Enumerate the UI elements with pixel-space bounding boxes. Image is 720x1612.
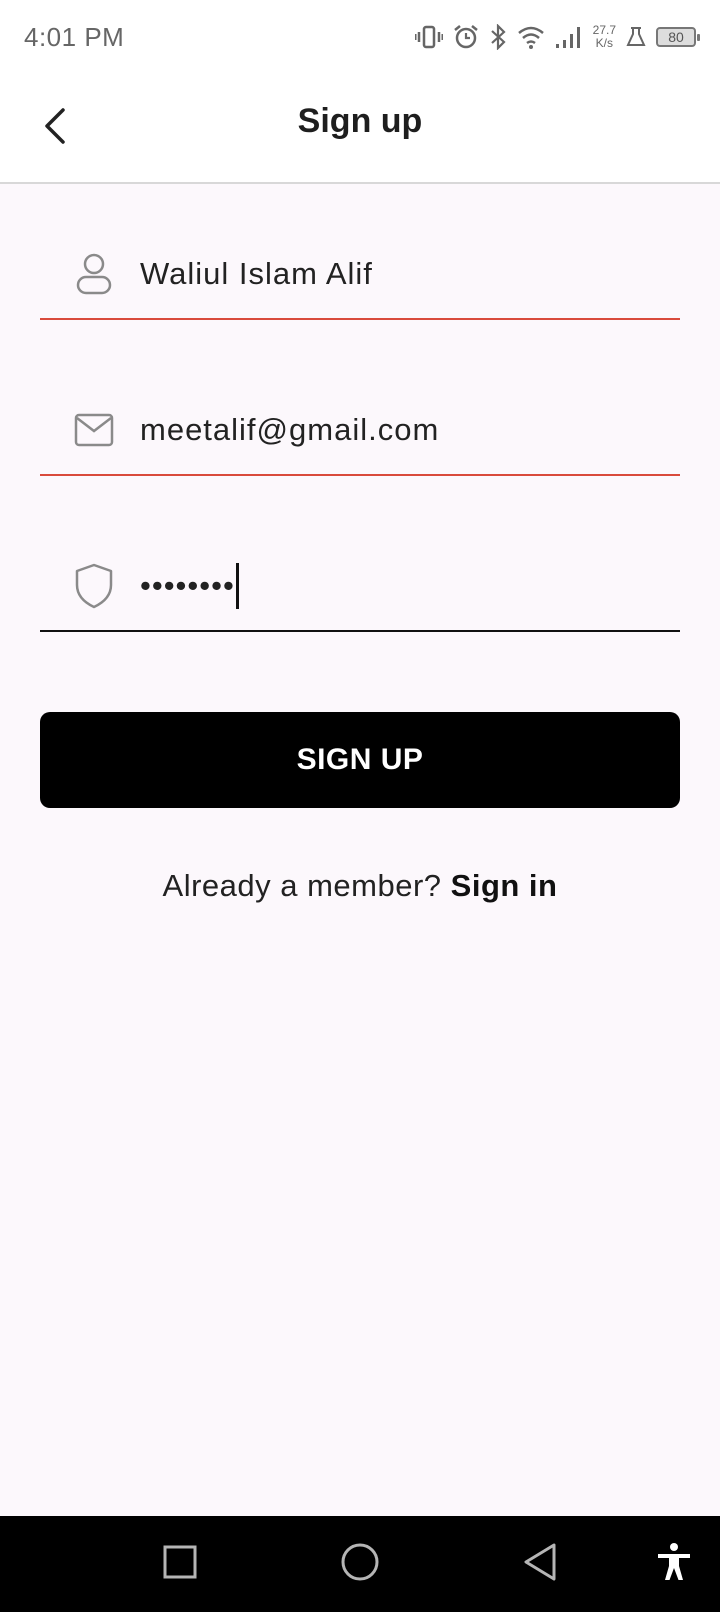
home-circle-icon — [340, 1542, 380, 1587]
password-input[interactable]: •••••••• — [140, 568, 235, 604]
shield-icon — [66, 563, 122, 609]
signal-icon — [555, 25, 583, 49]
bluetooth-icon — [489, 24, 507, 50]
back-nav-button[interactable] — [518, 1542, 562, 1586]
recents-square-icon — [162, 1544, 198, 1585]
navigation-bar — [0, 1516, 720, 1612]
alarm-icon — [453, 24, 479, 50]
user-icon — [66, 252, 122, 296]
email-input[interactable]: meetalif@gmail.com — [140, 412, 680, 448]
wifi-icon — [517, 25, 545, 49]
page-title: Sign up — [297, 102, 423, 140]
password-field[interactable]: •••••••• — [40, 542, 680, 632]
accessibility-button[interactable] — [652, 1542, 696, 1586]
net-speed: 27.7 K/s — [592, 23, 616, 50]
app-bar: Sign up — [0, 74, 720, 184]
status-time: 4:01 PM — [24, 21, 125, 52]
lab-icon — [626, 26, 646, 48]
home-button[interactable] — [338, 1542, 382, 1586]
text-cursor — [235, 563, 239, 609]
password-input-wrap[interactable]: •••••••• — [140, 563, 680, 609]
status-bar: 4:01 PM 27.7 K/s 80 — [0, 0, 720, 74]
vibrate-icon — [414, 25, 443, 49]
email-field[interactable]: meetalif@gmail.com — [40, 386, 680, 476]
signup-screen: 4:01 PM 27.7 K/s 80 Sign up Waliul Islam… — [0, 0, 720, 1612]
battery-icon: 80 — [656, 27, 700, 47]
signin-row: Already a member? Sign in — [0, 868, 720, 904]
back-triangle-icon — [522, 1542, 558, 1587]
name-field[interactable]: Waliul Islam Alif — [40, 230, 680, 320]
mail-icon — [66, 413, 122, 447]
signin-prompt: Already a member? — [162, 868, 442, 903]
accessibility-icon — [656, 1542, 692, 1587]
signin-link[interactable]: Sign in — [451, 868, 558, 903]
recents-button[interactable] — [158, 1542, 202, 1586]
signup-button[interactable]: SIGN UP — [40, 712, 680, 808]
name-input[interactable]: Waliul Islam Alif — [140, 256, 680, 292]
status-icons: 27.7 K/s 80 — [414, 23, 700, 50]
